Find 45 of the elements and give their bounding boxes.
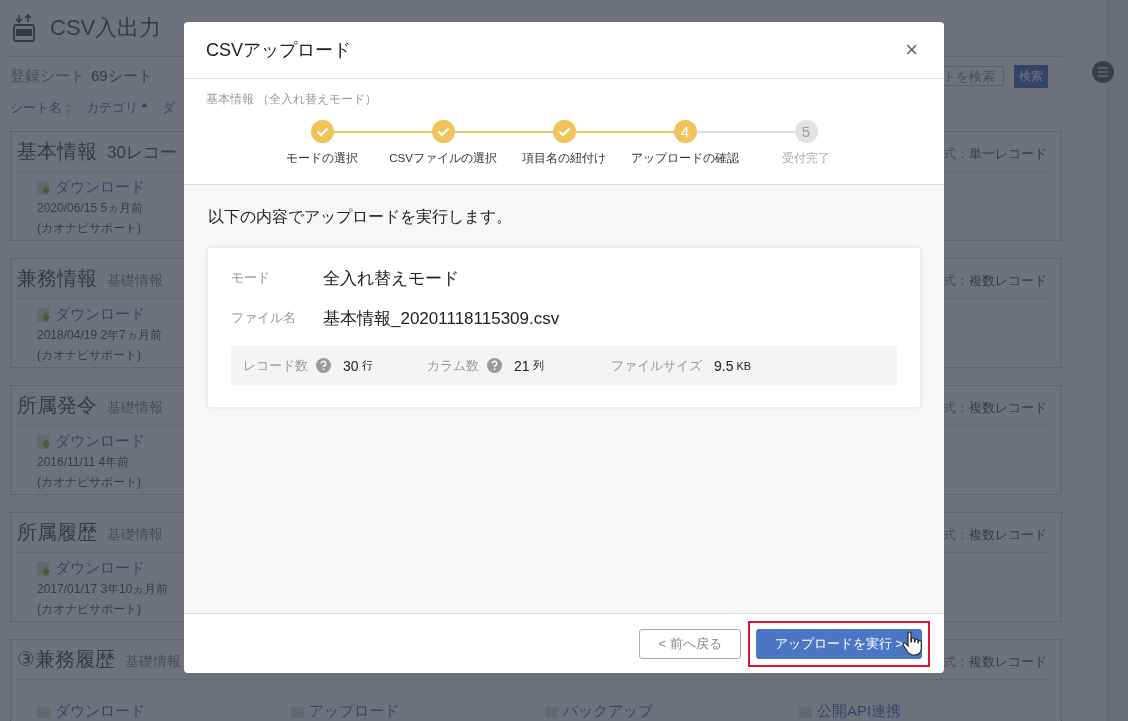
sheet-title: ③兼務履歴: [17, 647, 115, 672]
step-number: 4: [673, 120, 697, 143]
field-label: ファイル名: [231, 309, 297, 327]
field-label: モード: [231, 269, 271, 287]
back-button[interactable]: < 前へ戻る: [639, 628, 741, 659]
stat-value: 30: [343, 357, 359, 374]
sheet-title: 兼務情報: [17, 266, 97, 291]
download-link[interactable]: ダウンロード: [55, 559, 145, 578]
sheet-title: 所属履歴: [17, 520, 97, 545]
dialog-title: CSVアップロード: [206, 39, 351, 62]
step-label: アップロードの確認: [631, 151, 739, 166]
download-link[interactable]: ダウンロード: [55, 432, 145, 451]
action-link[interactable]: バックアップ: [563, 702, 653, 721]
close-button[interactable]: ×: [901, 37, 922, 63]
help-icon[interactable]: [487, 358, 502, 373]
field-value: 基本情報_20201118115309.csv: [323, 307, 560, 330]
stat-value: 9.5: [714, 357, 734, 374]
step-label: CSVファイルの選択: [389, 151, 497, 166]
dialog-subtitle: 基本情報 （全入れ替えモード）: [206, 92, 378, 106]
sort-link[interactable]: ダ: [162, 99, 175, 117]
step-number: 5: [794, 120, 818, 143]
help-icon[interactable]: [316, 358, 331, 373]
upload-button[interactable]: アップロードを実行 >: [756, 628, 922, 659]
field-value: 全入れ替えモード: [323, 267, 459, 290]
stat-label: カラム数: [427, 356, 479, 375]
sheet-title: 所属発令: [17, 393, 97, 418]
hand-cursor-icon: [902, 631, 922, 657]
download-link[interactable]: ダウンロード: [55, 305, 145, 324]
stat-label: レコード数: [243, 356, 308, 375]
stat-value: 21: [514, 357, 530, 374]
action-link[interactable]: ダウンロード: [55, 702, 145, 721]
stat-unit: 列: [532, 358, 544, 373]
record-count: 30レコー: [107, 142, 177, 164]
step-label: 受付完了: [782, 151, 830, 166]
stat-label: ファイルサイズ: [611, 356, 702, 375]
confirm-message: 以下の内容でアップロードを実行します。: [208, 207, 513, 227]
sheet-title: 基本情報: [17, 139, 97, 164]
step-label: モードの選択: [286, 151, 358, 166]
stat-unit: KB: [736, 359, 752, 372]
action-link[interactable]: アップロード: [309, 702, 399, 721]
action-link[interactable]: 公開API連携: [817, 702, 902, 721]
page-title: CSV入出力: [50, 14, 162, 42]
stat-unit: 行: [361, 358, 373, 373]
step-label: 項目名の紐付け: [522, 151, 606, 166]
download-link[interactable]: ダウンロード: [55, 178, 145, 197]
